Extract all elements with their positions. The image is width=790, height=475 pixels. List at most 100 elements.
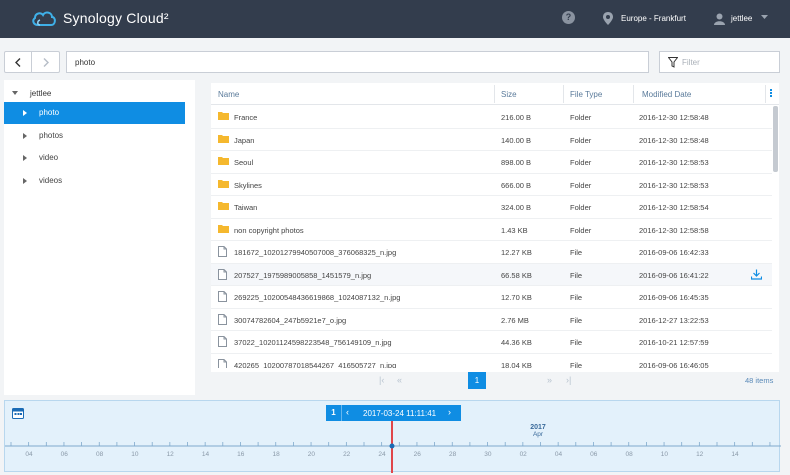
tick-label: 06 — [60, 451, 68, 458]
first-page-icon[interactable]: |‹ — [379, 375, 384, 385]
user-avatar-icon — [714, 13, 725, 25]
prev-page-icon[interactable]: « — [397, 375, 402, 385]
file-icon — [218, 358, 227, 368]
table-row[interactable]: Skylines 666.00 B Folder 2016-12-30 12:58:5… — [211, 174, 772, 196]
file-type: File — [570, 270, 583, 280]
column-menu-icon[interactable] — [770, 89, 773, 98]
back-button[interactable] — [5, 52, 32, 72]
current-page[interactable]: 1 — [468, 372, 486, 389]
tree-item-video[interactable]: video — [4, 147, 185, 169]
tick-label: 26 — [413, 451, 421, 458]
download-icon[interactable] — [751, 269, 762, 280]
file-size: 898.00 B — [501, 158, 532, 167]
table-row[interactable]: France 216.00 B Folder 2016-12-30 12:58:48 — [211, 106, 772, 129]
file-size: 2.76 MB — [501, 315, 529, 325]
table-row[interactable]: 207527_1975989005858_1451579_n.jpg 66.58 … — [211, 263, 772, 286]
file-name: Skylines — [234, 180, 262, 190]
file-name: Seoul — [234, 158, 254, 167]
folder-icon — [218, 179, 229, 188]
file-date: 2016-09-06 16:46:05 — [639, 360, 709, 369]
timeline[interactable]: 1 ‹ 2017-03-24 11:11:41 › 2017 Apr 04 06 0… — [4, 400, 781, 473]
tree-root-jettlee[interactable]: jettlee — [4, 85, 195, 103]
tick-label: 14 — [201, 451, 210, 458]
table-row[interactable]: Seoul 898.00 B Folder 2016-12-30 12:58:53 — [211, 151, 772, 174]
column-size[interactable]: Size — [501, 90, 517, 99]
file-type: Folder — [570, 225, 592, 235]
table-row[interactable]: 269225_10200548436619868_1024087132_n.jp… — [211, 286, 772, 309]
file-type: File — [570, 315, 583, 325]
filter-funnel-icon — [668, 57, 678, 68]
folder-icon — [218, 157, 229, 165]
folder-icon — [218, 134, 229, 143]
pagination: |‹ « 1 » ›| 48 items — [211, 372, 779, 390]
tick-label: 08 — [95, 451, 104, 458]
table-row[interactable]: 30074782604_247b5921e7_o.jpg 2.76 MB File 2… — [211, 309, 772, 331]
history-nav — [4, 51, 60, 73]
tick-label: 20 — [307, 451, 316, 458]
file-date: 2016-12-30 12:58:58 — [639, 225, 709, 235]
tick-label: 12 — [166, 451, 174, 458]
file-date: 2016-12-27 13:22:53 — [639, 315, 709, 325]
tree-item-photo[interactable]: photo — [4, 102, 185, 124]
chevron-right-icon — [43, 57, 49, 67]
table-row[interactable]: Japan 140.00 B Folder 2016-12-30 12:58:48 — [211, 129, 772, 151]
tick-label: 04 — [25, 451, 33, 458]
next-page-icon[interactable]: » — [547, 375, 552, 385]
file-type: File — [570, 338, 583, 347]
caret-right-icon — [23, 178, 27, 184]
last-page-icon[interactable]: ›| — [566, 375, 571, 385]
tick-label: 30 — [484, 451, 492, 458]
file-type: Folder — [570, 203, 592, 212]
time-cursor-dot — [389, 443, 395, 449]
tree-item-label: photos — [39, 131, 64, 140]
app-header: Synology Cloud² ? Europe - Frankfurt jet… — [0, 0, 790, 38]
table-row[interactable]: 37022_10201124598223548_756149109_n.jpg 4… — [211, 331, 772, 354]
file-icon — [218, 313, 227, 325]
file-size: 324.00 B — [501, 203, 532, 212]
tree-item-videos[interactable]: videos — [4, 170, 185, 192]
tree-item-label: photo — [39, 108, 60, 117]
tree-item-photos[interactable]: photos — [4, 125, 185, 147]
file-type: Folder — [570, 113, 592, 122]
file-name: Japan — [234, 135, 255, 145]
file-name: 207527_1975989005858_1451579_n.jpg — [234, 270, 372, 280]
file-name: France — [234, 113, 258, 122]
file-icon — [218, 291, 227, 302]
user-name: jettlee — [731, 14, 753, 23]
tick-label: 06 — [590, 451, 598, 458]
folder-icon — [218, 112, 229, 120]
help-circle-icon[interactable]: ? — [562, 11, 575, 24]
file-date: 2016-12-30 12:58:53 — [639, 180, 709, 190]
column-modified-date[interactable]: Modified Date — [642, 90, 691, 99]
file-type: Folder — [570, 180, 592, 190]
filter-box[interactable] — [659, 51, 780, 73]
column-header: Name Size File Type Modified Date — [211, 83, 779, 105]
column-name[interactable]: Name — [218, 90, 239, 99]
table-row[interactable]: non copyright photos 1.43 KB Folder 2016-12… — [211, 219, 772, 241]
vertical-scrollbar[interactable] — [773, 106, 778, 172]
table-row[interactable]: 420265_10200787018544267_416505727_n.jpg… — [211, 354, 772, 369]
file-date: 2016-09-06 16:45:35 — [639, 293, 709, 302]
column-file-type[interactable]: File Type — [570, 90, 602, 99]
file-date: 2016-09-06 16:42:33 — [639, 248, 709, 257]
table-row[interactable]: 181672_10201279940507008_376068325_n.jpg… — [211, 241, 772, 264]
file-size: 1.43 KB — [501, 225, 528, 235]
item-count: 48 items — [745, 376, 774, 385]
path-input[interactable] — [66, 51, 649, 73]
cloud-logo-icon — [32, 11, 56, 26]
file-type: File — [570, 248, 583, 257]
file-icon — [218, 336, 227, 347]
table-row[interactable]: Taiwan 324.00 B Folder 2016-12-30 12:58:54 — [211, 196, 772, 219]
tick-label: 22 — [343, 451, 351, 458]
region-label: Europe - Frankfurt — [621, 14, 686, 23]
tick-label: 18 — [272, 451, 280, 458]
chevron-left-icon — [15, 57, 21, 67]
file-date: 2016-12-30 12:58:53 — [639, 158, 709, 167]
file-size: 18.04 KB — [501, 360, 532, 369]
tick-label: 16 — [237, 451, 245, 458]
filter-input[interactable] — [682, 55, 777, 69]
tick-label: 14 — [731, 451, 739, 458]
tree-item-label: video — [39, 153, 59, 162]
forward-button[interactable] — [32, 52, 59, 72]
folder-icon — [218, 224, 229, 233]
